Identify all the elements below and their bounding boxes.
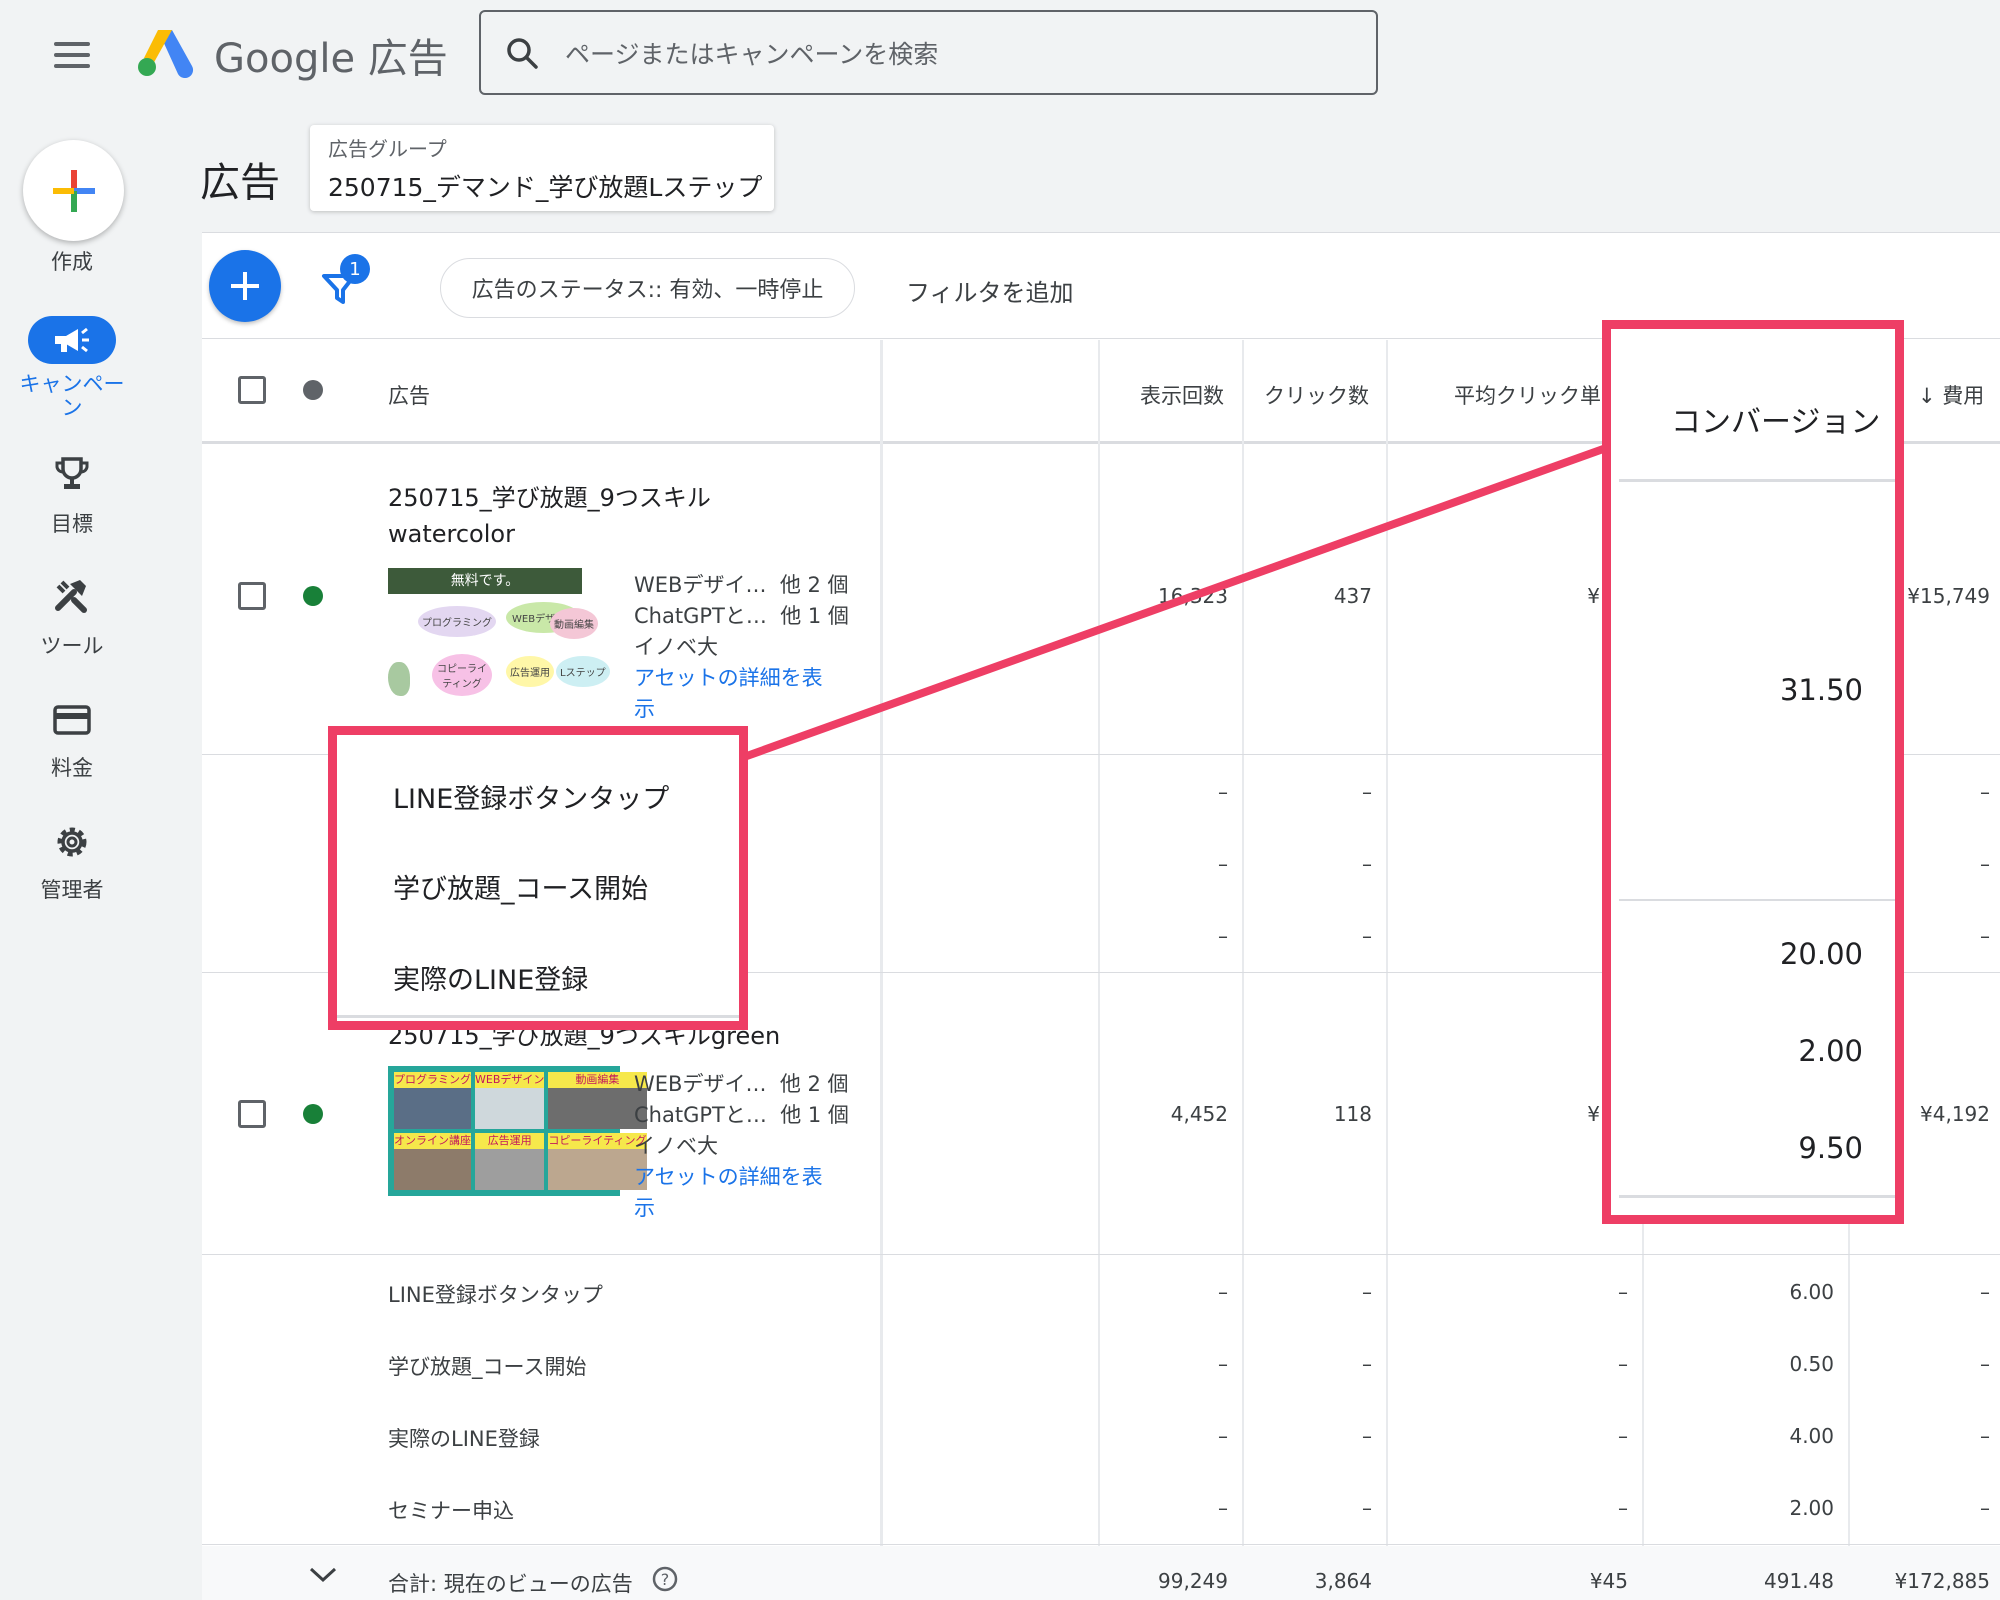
conversions-header[interactable]: コンバージョン: [1671, 397, 1880, 441]
conversions-ad-2-sub: 2.00: [1798, 1034, 1863, 1068]
popup-item: 実際のLINE登録: [393, 965, 589, 996]
popup-item: LINE登録ボタンタップ: [393, 784, 670, 815]
conversions-column-highlight: コンバージョン 31.50 20.00 2.00 9.50: [1602, 320, 1904, 1224]
highlight-bottom-border: [1619, 1195, 1895, 1198]
conversion-actions-popup: LINE登録ボタンタップ 学び放題_コース開始 実際のLINE登録: [328, 726, 748, 1030]
conversions-ad-2: 20.00: [1779, 937, 1863, 971]
row-divider: [1619, 899, 1895, 901]
popup-bottom-border: [337, 1015, 739, 1018]
popup-item: 学び放題_コース開始: [393, 874, 649, 905]
conversions-header-border: [1619, 479, 1895, 482]
conversions-ad-2-sub: 9.50: [1798, 1131, 1863, 1165]
conversions-ad-1: 31.50: [1779, 673, 1863, 707]
